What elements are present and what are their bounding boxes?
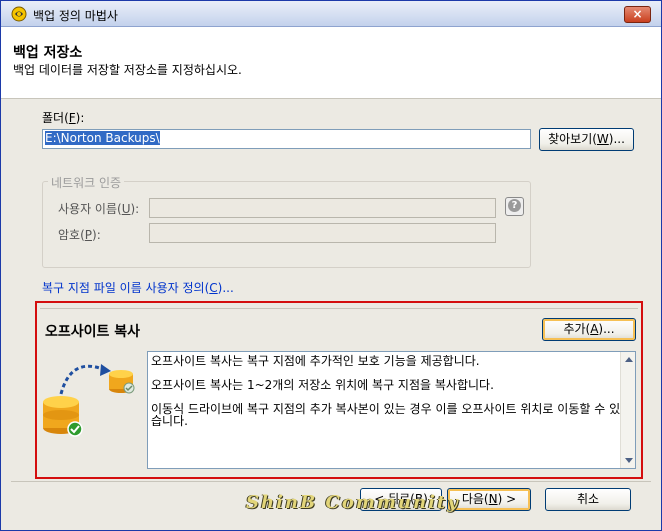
link-suffix: )... xyxy=(217,281,234,295)
help-icon-glyph: ? xyxy=(508,199,521,212)
window-title: 백업 정의 마법사 xyxy=(33,9,118,23)
target-disk-stack-icon xyxy=(109,370,135,394)
help-icon[interactable]: ? xyxy=(505,197,524,216)
folder-label-key: F xyxy=(68,111,76,125)
password-label-key: P xyxy=(84,228,93,242)
wizard-header: 백업 저장소 백업 데이터를 저장할 저장소를 지정하십시오. xyxy=(1,27,661,99)
copy-arrow-icon xyxy=(59,364,106,395)
scroll-down-icon[interactable] xyxy=(625,458,633,463)
page-subtitle: 백업 데이터를 저장할 저장소를 지정하십시오. xyxy=(13,63,242,77)
folder-label: 폴더(F): xyxy=(42,109,84,126)
username-label: 사용자 이름(U): xyxy=(58,200,139,217)
password-label-prefix: 암호( xyxy=(58,228,85,242)
description-scrollbar[interactable] xyxy=(620,352,635,468)
offsite-line-2: 오프사이트 복사는 1~2개의 저장소 위치에 복구 지점을 복사합니다. xyxy=(151,378,494,392)
folder-path-value: E:\Norton Backups\ xyxy=(45,131,160,145)
next-suffix: ) > xyxy=(497,492,517,506)
browse-suffix: )... xyxy=(608,132,625,146)
browse-button[interactable]: 찾아보기(W)... xyxy=(539,128,634,151)
custom-recovery-point-name-link[interactable]: 복구 지점 파일 이름 사용자 정의(C)... xyxy=(42,279,234,296)
password-label: 암호(P): xyxy=(58,226,101,243)
password-label-suffix: ): xyxy=(92,228,101,242)
offsite-copy-illustration xyxy=(43,364,135,437)
footer-divider xyxy=(11,481,651,482)
browse-prefix: 찾아보기( xyxy=(548,132,597,146)
close-button[interactable]: × xyxy=(624,6,651,23)
username-field[interactable] xyxy=(149,198,496,218)
network-auth-legend: 네트워크 인증 xyxy=(48,174,125,191)
username-label-prefix: 사용자 이름( xyxy=(58,202,122,216)
source-disk-stack-icon xyxy=(43,396,83,437)
link-prefix: 복구 지점 파일 이름 사용자 정의( xyxy=(42,281,210,295)
password-field[interactable] xyxy=(149,223,496,243)
username-label-suffix: ): xyxy=(130,202,140,216)
watermark-text: ShinB Community xyxy=(246,492,460,513)
username-label-key: U xyxy=(121,202,131,216)
browse-key: W xyxy=(596,132,609,146)
folder-label-prefix: 폴더( xyxy=(42,111,69,125)
page-title: 백업 저장소 xyxy=(13,45,83,61)
offsite-add-button[interactable]: 추가(A)... xyxy=(542,318,636,341)
folder-label-suffix: ): xyxy=(75,111,85,125)
offsite-description-text[interactable]: 오프사이트 복사는 복구 지점에 추가적인 보호 기능을 제공합니다. 오프사이… xyxy=(147,351,636,469)
add-prefix: 추가( xyxy=(563,322,591,336)
cancel-button[interactable]: 취소 xyxy=(545,488,631,511)
norton-app-icon xyxy=(11,6,27,22)
scroll-up-icon[interactable] xyxy=(625,357,633,362)
title-bar[interactable]: 백업 정의 마법사 × xyxy=(1,1,661,27)
next-prefix: 다음( xyxy=(461,492,489,506)
offsite-copy-title: 오프사이트 복사 xyxy=(45,324,141,340)
wizard-window: 백업 정의 마법사 × 백업 저장소 백업 데이터를 저장할 저장소를 지정하십… xyxy=(0,0,662,531)
next-key: N xyxy=(488,492,498,506)
offsite-line-3: 이동식 드라이브에 복구 지점의 추가 복사본이 있는 경우 이를 오프사이트 … xyxy=(151,402,621,428)
folder-path-input[interactable]: E:\Norton Backups\ xyxy=(42,129,531,149)
offsite-line-1: 오프사이트 복사는 복구 지점에 추가적인 보호 기능을 제공합니다. xyxy=(151,354,480,368)
link-key: C xyxy=(209,281,218,295)
add-suffix: )... xyxy=(598,322,615,336)
